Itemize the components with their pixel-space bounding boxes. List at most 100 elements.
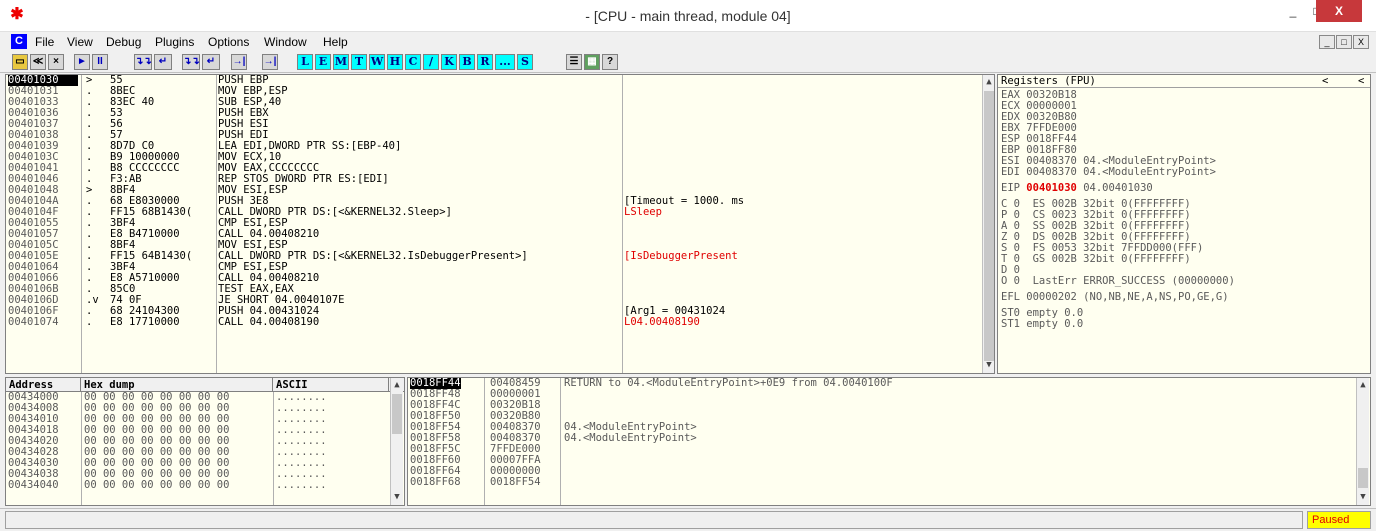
registers-header: Registers (FPU) < < (998, 75, 1370, 88)
menu-bar: C File View Debug Plugins Options Window… (0, 32, 1376, 51)
registers-pane[interactable]: Registers (FPU) < < EAX 00320B18 ECX 0000… (997, 74, 1371, 374)
log-window-button[interactable]: L (297, 54, 313, 70)
register-line[interactable]: EIP 00401030 04.00401030 (998, 183, 1370, 194)
mdi-restore-button[interactable]: □ (1336, 35, 1352, 49)
threads-button[interactable]: T (351, 54, 367, 70)
disassembly-row[interactable]: 00401031. 8BEC MOV EBP,ESP (6, 86, 994, 97)
stack-row[interactable]: 0018FF44 00408459 RETURN to 04.<ModuleEntr… (408, 378, 1370, 389)
menu-file[interactable]: File (35, 35, 54, 49)
disassembly-row[interactable]: 00401037. 56 PUSH ESI (6, 119, 994, 130)
register-line[interactable]: ST1 empty 0.0 (998, 319, 1370, 330)
menu-help[interactable]: Help (323, 35, 348, 49)
registers-next-button[interactable]: < (1358, 75, 1364, 87)
dump-col-hex[interactable]: Hex dump (81, 378, 273, 392)
patches-button[interactable]: / (423, 54, 439, 70)
menu-plugins[interactable]: Plugins (155, 35, 194, 49)
step-over-button[interactable]: ↵ (154, 54, 172, 70)
mdi-minimize-button[interactable]: _ (1319, 35, 1335, 49)
stack-row[interactable]: 0018FF58 00408370 04.<ModuleEntryPoint> (408, 433, 1370, 444)
references-button[interactable]: R (477, 54, 493, 70)
instruction-bytes: E8 17710000 (110, 316, 180, 328)
dump-col-address[interactable]: Address (6, 378, 81, 392)
menu-view[interactable]: View (67, 35, 93, 49)
list-view-icon[interactable]: ☰ (566, 54, 582, 70)
register-line[interactable]: EDI 00408370 04.<ModuleEntryPoint> (998, 167, 1370, 178)
status-bar: Paused (0, 508, 1376, 531)
cpu-button[interactable]: C (405, 54, 421, 70)
menu-debug[interactable]: Debug (106, 35, 141, 49)
trace-into-button[interactable]: ↴↴ (182, 54, 200, 70)
stack-comment: RETURN to 04.<ModuleEntryPoint>+0E9 from… (564, 377, 893, 389)
dump-row[interactable]: 00434040 00 00 00 00 00 00 00 00........ (6, 480, 404, 491)
stack-rows: 0018FF44 00408459 RETURN to 04.<ModuleEntr… (408, 378, 1370, 488)
pause-button[interactable]: II (92, 54, 108, 70)
toolbar: ▭ ≪ × ► II ↴↴ ↵ ↴↴ ↵ →| →| L E M T W H C… (0, 51, 1376, 73)
register-line[interactable]: EFL 00000202 (NO,NB,NE,A,NS,PO,GE,G) (998, 292, 1370, 303)
trace-over-button[interactable]: ↵ (202, 54, 220, 70)
menu-options[interactable]: Options (208, 35, 249, 49)
stack-scrollbar[interactable]: ▲ ▼ (1356, 378, 1369, 505)
breakpoints-button[interactable]: B (459, 54, 475, 70)
stack-row[interactable]: 0018FF50 00320B80 (408, 411, 1370, 422)
source-button[interactable]: S (517, 54, 533, 70)
disassembly-row[interactable]: 0040105E. FF15 64B1430(CALL DWORD PTR DS… (6, 251, 994, 262)
stack-row[interactable]: 0018FF4C 00320B18 (408, 400, 1370, 411)
stack-row[interactable]: 0018FF48 00000001 (408, 389, 1370, 400)
execute-till-return-button[interactable]: →| (231, 54, 247, 70)
disassembly-pane[interactable]: 00401030 > 55 PUSH EBP 00401031. 8BEC MOV EB… (5, 74, 995, 374)
call-stack-button[interactable]: K (441, 54, 457, 70)
register-line[interactable]: T 0 GS 002B 32bit 0(FFFFFFFF) (998, 254, 1370, 265)
disassembly-row[interactable]: 00401066. E8 A5710000 CALL 04.00408210 (6, 273, 994, 284)
disassembly-row[interactable]: 00401030 > 55 PUSH EBP (6, 75, 994, 86)
dump-header: Address Hex dump ASCII (6, 378, 404, 392)
disassembly-row[interactable]: 00401036. 53 PUSH EBX (6, 108, 994, 119)
register-line[interactable]: O 0 LastErr ERROR_SUCCESS (00000000) (998, 276, 1370, 287)
registers-title: Registers (FPU) (1001, 75, 1096, 87)
step-into-button[interactable]: ↴↴ (134, 54, 152, 70)
dump-ascii: ........ (276, 479, 327, 491)
run-trace-button[interactable]: ... (495, 54, 515, 70)
open-folder-icon[interactable]: ▭ (12, 54, 28, 70)
stack-row[interactable]: 0018FF5C 7FFDE000 (408, 444, 1370, 455)
stack-row[interactable]: 0018FF54 00408370 04.<ModuleEntryPoint> (408, 422, 1370, 433)
dump-col-ascii[interactable]: ASCII (273, 378, 389, 392)
disassembly-row[interactable]: 00401038. 57 PUSH EDI (6, 130, 994, 141)
registers-prev-button[interactable]: < (1322, 75, 1328, 87)
menu-window[interactable]: Window (264, 35, 307, 49)
instruction-address: 00401074 (8, 316, 59, 328)
mdi-close-button[interactable]: X (1353, 35, 1369, 49)
handles-button[interactable]: H (387, 54, 403, 70)
stack-pane[interactable]: 0018FF44 00408459 RETURN to 04.<ModuleEntr… (407, 377, 1371, 506)
eip-label: EIP (1001, 182, 1027, 194)
memory-map-button[interactable]: M (333, 54, 349, 70)
dump-scrollbar[interactable]: ▲ ▼ (390, 378, 403, 505)
run-button[interactable]: ► (74, 54, 90, 70)
colors-icon[interactable]: ▦ (584, 54, 600, 70)
executable-modules-button[interactable]: E (315, 54, 331, 70)
cpu-window-icon[interactable]: C (11, 34, 27, 49)
eip-value: 00401030 (1026, 182, 1077, 194)
disassembly-row[interactable]: 00401074. E8 17710000 CALL 04.00408190 L04… (6, 317, 994, 328)
disassembly-row[interactable]: 00401057. E8 B4710000 CALL 04.00408210 (6, 229, 994, 240)
disassembly-row[interactable]: 00401033. 83EC 40 SUB ESP,40 (6, 97, 994, 108)
stack-row[interactable]: 0018FF60 00007FFA (408, 455, 1370, 466)
stack-row[interactable]: 0018FF64 00000000 (408, 466, 1370, 477)
close-program-button[interactable]: × (48, 54, 64, 70)
disassembly-rows: 00401030 > 55 PUSH EBP 00401031. 8BEC MOV EB… (6, 75, 994, 328)
close-button[interactable]: X (1316, 0, 1362, 22)
status-message (5, 511, 1303, 529)
go-to-button[interactable]: →| (262, 54, 278, 70)
instruction-marker: . (86, 316, 99, 328)
disassembly-row[interactable]: 00401041. B8 CCCCCCCC MOV EAX,CCCCCCCC (6, 163, 994, 174)
disassembly-row[interactable]: 00401046. F3:AB REP STOS DWORD PTR ES:[ED… (6, 174, 994, 185)
instruction-comment: [IsDebuggerPresent (624, 250, 738, 262)
hex-dump-pane[interactable]: Address Hex dump ASCII 00434000 00 00 00 … (5, 377, 405, 506)
stack-row[interactable]: 0018FF68 0018FF54 (408, 477, 1370, 488)
rewind-button[interactable]: ≪ (30, 54, 46, 70)
title-bar: ✱ - [CPU - main thread, module 04] _ □ X (0, 0, 1376, 32)
disassembly-scrollbar[interactable]: ▲ ▼ (982, 75, 994, 373)
disassembly-row[interactable]: 0040106B. 85C0 TEST EAX,EAX (6, 284, 994, 295)
windows-button[interactable]: W (369, 54, 385, 70)
help-button[interactable]: ? (602, 54, 618, 70)
disassembly-row[interactable]: 0040104F. FF15 68B1430(CALL DWORD PTR DS… (6, 207, 994, 218)
